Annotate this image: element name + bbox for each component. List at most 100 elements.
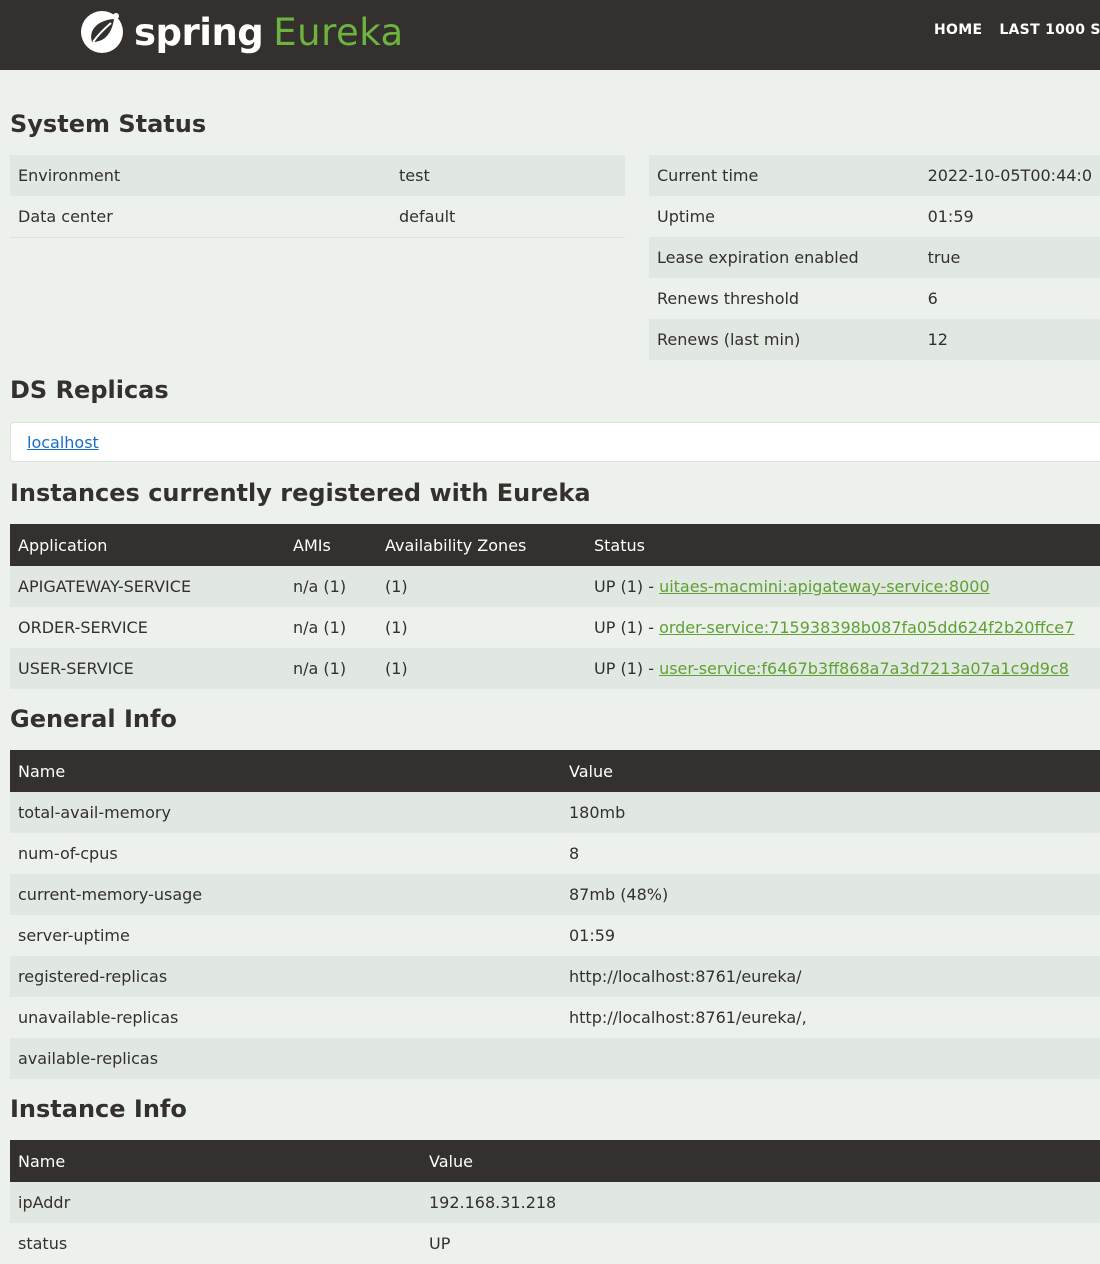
app-amis: n/a (1) — [285, 607, 377, 648]
instance-link[interactable]: user-service:f6467b3ff868a7a3d7213a07a1c… — [659, 659, 1069, 678]
app-name: APIGATEWAY-SERVICE — [10, 566, 285, 607]
general-info-table: Name Value total-avail-memory 180mb num-… — [10, 750, 1100, 1079]
lease-value: true — [919, 237, 1100, 278]
app-zones: (1) — [377, 607, 586, 648]
table-row: ipAddr 192.168.31.218 — [10, 1182, 1100, 1223]
table-header-row: Name Value — [10, 750, 1100, 792]
info-name: total-avail-memory — [10, 792, 561, 833]
info-value: 01:59 — [561, 915, 1100, 956]
col-value: Value — [561, 750, 1100, 792]
top-navbar: spring Eureka HOME LAST 1000 SINCE START… — [0, 0, 1100, 70]
info-value: http://localhost:8761/eureka/, — [561, 997, 1100, 1038]
brand[interactable]: spring Eureka — [78, 7, 404, 57]
instances-table: Application AMIs Availability Zones Stat… — [10, 524, 1100, 689]
table-row: server-uptime 01:59 — [10, 915, 1100, 956]
datacenter-value: default — [391, 196, 625, 238]
renews-threshold-label: Renews threshold — [649, 278, 920, 319]
table-row: unavailable-replicas http://localhost:87… — [10, 997, 1100, 1038]
system-status-right-table: Current time 2022-10-05T00:44:0 Uptime 0… — [649, 155, 1100, 360]
table-row: ORDER-SERVICE n/a (1) (1) UP (1) - order… — [10, 607, 1100, 648]
status-prefix: UP (1) - — [594, 618, 660, 637]
system-status-left-table: Environment test Data center default — [10, 155, 625, 238]
table-row: status UP — [10, 1223, 1100, 1264]
app-zones: (1) — [377, 566, 586, 607]
general-info-title: General Info — [10, 705, 177, 733]
col-application: Application — [10, 524, 285, 566]
replica-localhost-link[interactable]: localhost — [27, 433, 99, 452]
app-name: USER-SERVICE — [10, 648, 285, 689]
app-zones: (1) — [377, 648, 586, 689]
col-name: Name — [10, 750, 561, 792]
instance-link[interactable]: uitaes-macmini:apigateway-service:8000 — [659, 577, 990, 596]
nav-home-link[interactable]: HOME — [934, 22, 982, 38]
instance-info-title: Instance Info — [10, 1095, 187, 1123]
info-name: server-uptime — [10, 915, 561, 956]
datacenter-label: Data center — [10, 196, 391, 238]
table-row: Data center default — [10, 196, 625, 238]
lease-label: Lease expiration enabled — [649, 237, 920, 278]
table-row: APIGATEWAY-SERVICE n/a (1) (1) UP (1) - … — [10, 566, 1100, 607]
table-row: num-of-cpus 8 — [10, 833, 1100, 874]
table-row: Environment test — [10, 155, 625, 196]
env-label: Environment — [10, 155, 391, 196]
status-prefix: UP (1) - — [594, 659, 660, 678]
col-value: Value — [421, 1140, 1100, 1182]
table-header-row: Application AMIs Availability Zones Stat… — [10, 524, 1100, 566]
table-row: Renews threshold 6 — [649, 278, 1100, 319]
info-name: current-memory-usage — [10, 874, 561, 915]
env-value: test — [391, 155, 625, 196]
info-name: unavailable-replicas — [10, 997, 561, 1038]
col-status: Status — [586, 524, 1100, 566]
info-name: registered-replicas — [10, 956, 561, 997]
table-header-row: Name Value — [10, 1140, 1100, 1182]
instances-title: Instances currently registered with Eure… — [10, 479, 591, 507]
brand-spring-text: spring — [134, 10, 264, 54]
app-status: UP (1) - uitaes-macmini:apigateway-servi… — [586, 566, 1100, 607]
col-name: Name — [10, 1140, 421, 1182]
uptime-value: 01:59 — [919, 196, 1100, 237]
nav-links: HOME LAST 1000 SINCE STARTUP — [934, 22, 1100, 38]
system-status-title: System Status — [10, 110, 207, 138]
info-value: 192.168.31.218 — [421, 1182, 1100, 1223]
ds-replicas-title: DS Replicas — [10, 376, 169, 404]
info-value: 8 — [561, 833, 1100, 874]
info-value: http://localhost:8761/eureka/ — [561, 956, 1100, 997]
current-time-label: Current time — [649, 155, 920, 196]
app-amis: n/a (1) — [285, 566, 377, 607]
app-status: UP (1) - user-service:f6467b3ff868a7a3d7… — [586, 648, 1100, 689]
info-name: num-of-cpus — [10, 833, 561, 874]
app-status: UP (1) - order-service:715938398b087fa05… — [586, 607, 1100, 648]
info-name: status — [10, 1223, 421, 1264]
table-row: current-memory-usage 87mb (48%) — [10, 874, 1100, 915]
table-row: Renews (last min) 12 — [649, 319, 1100, 360]
table-row: registered-replicas http://localhost:876… — [10, 956, 1100, 997]
renews-threshold-value: 6 — [919, 278, 1100, 319]
nav-last-1000-link[interactable]: LAST 1000 SINCE STARTUP — [999, 22, 1100, 38]
status-prefix: UP (1) - — [594, 577, 660, 596]
app-amis: n/a (1) — [285, 648, 377, 689]
table-row: Current time 2022-10-05T00:44:0 — [649, 155, 1100, 196]
renews-last-min-value: 12 — [919, 319, 1100, 360]
info-value: 180mb — [561, 792, 1100, 833]
col-availability-zones: Availability Zones — [377, 524, 586, 566]
uptime-label: Uptime — [649, 196, 920, 237]
instance-link[interactable]: order-service:715938398b087fa05dd624f2b2… — [659, 618, 1074, 637]
info-name: available-replicas — [10, 1038, 561, 1079]
info-value: UP — [421, 1223, 1100, 1264]
col-amis: AMIs — [285, 524, 377, 566]
table-row: available-replicas — [10, 1038, 1100, 1079]
table-row: Uptime 01:59 — [649, 196, 1100, 237]
spring-logo-icon — [81, 11, 123, 53]
app-name: ORDER-SERVICE — [10, 607, 285, 648]
table-row: USER-SERVICE n/a (1) (1) UP (1) - user-s… — [10, 648, 1100, 689]
table-row: Lease expiration enabled true — [649, 237, 1100, 278]
current-time-value: 2022-10-05T00:44:0 — [919, 155, 1100, 196]
table-row: total-avail-memory 180mb — [10, 792, 1100, 833]
instance-info-table: Name Value ipAddr 192.168.31.218 status … — [10, 1140, 1100, 1264]
info-value — [561, 1038, 1100, 1079]
ds-replicas-box: localhost — [10, 422, 1100, 462]
info-name: ipAddr — [10, 1182, 421, 1223]
renews-last-min-label: Renews (last min) — [649, 319, 920, 360]
info-value: 87mb (48%) — [561, 874, 1100, 915]
brand-eureka-text: Eureka — [273, 10, 404, 54]
